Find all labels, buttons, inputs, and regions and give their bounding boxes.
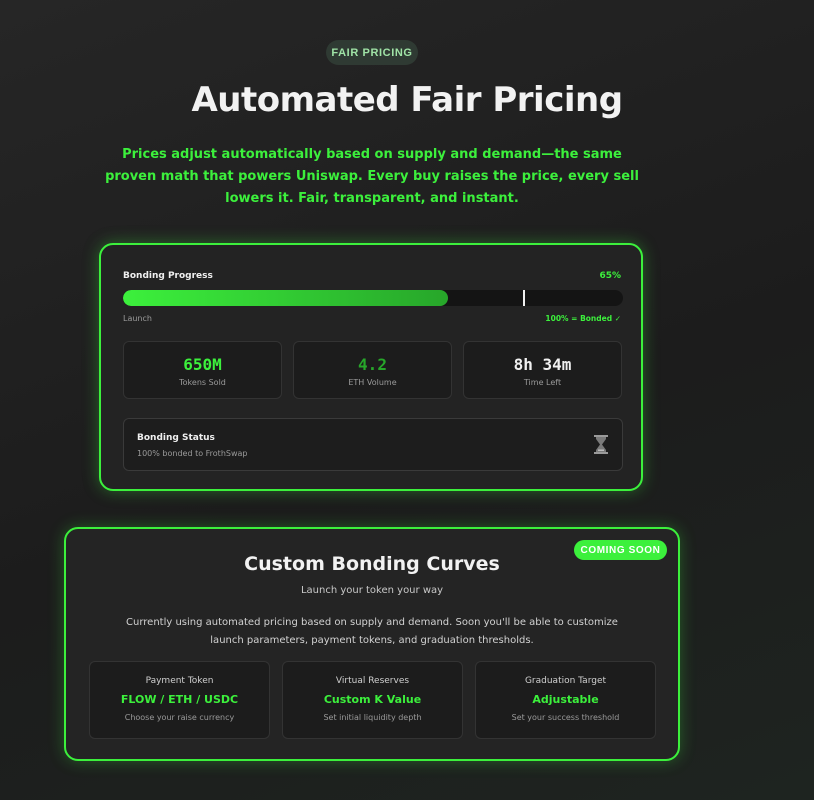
- progress-start-label: Launch: [123, 314, 152, 323]
- option-subtitle: Choose your raise currency: [124, 713, 235, 722]
- bonding-progress-label: Bonding Progress: [123, 271, 213, 281]
- option-value: Custom K Value: [323, 693, 422, 706]
- stat-tokens-sold: 650M Tokens Sold: [123, 341, 282, 399]
- bonding-progress-percent: 65%: [599, 271, 621, 281]
- option-payment-token: Payment Token FLOW / ETH / USDC Choose y…: [89, 661, 270, 739]
- option-value: Adjustable: [532, 693, 599, 706]
- progress-end-label: 100% = Bonded ✓: [545, 314, 621, 323]
- stat-eth-volume: 4.2 ETH Volume: [293, 341, 452, 399]
- page-title: Automated Fair Pricing: [191, 80, 623, 120]
- page-subtitle: Prices adjust automatically based on sup…: [105, 147, 639, 206]
- option-value: FLOW / ETH / USDC: [120, 693, 239, 706]
- bonding-progress-fill: [123, 290, 448, 306]
- hourglass-icon: [594, 435, 608, 454]
- section-badge: FAIR PRICING: [326, 40, 418, 65]
- option-title: Payment Token: [145, 676, 214, 686]
- custom-curves-card: COMING SOON Custom Bonding Curves Launch…: [64, 527, 680, 761]
- bonding-status-subtitle: 100% bonded to FrothSwap: [137, 449, 248, 458]
- custom-curves-description: Currently using automated pricing based …: [126, 617, 618, 646]
- option-title: Virtual Reserves: [335, 676, 410, 686]
- stat-label: ETH Volume: [348, 378, 397, 387]
- option-graduation-target: Graduation Target Adjustable Set your su…: [475, 661, 656, 739]
- custom-curves-tagline: Launch your token your way: [300, 585, 444, 596]
- option-title: Graduation Target: [524, 676, 607, 686]
- stat-value: 4.2: [358, 355, 387, 374]
- option-virtual-reserves: Virtual Reserves Custom K Value Set init…: [282, 661, 463, 739]
- bonding-progress-marker: [523, 290, 525, 306]
- stat-label: Tokens Sold: [179, 378, 226, 387]
- bonding-status-panel: Bonding Status 100% bonded to FrothSwap: [123, 418, 623, 471]
- custom-curves-title: Custom Bonding Curves: [244, 553, 500, 575]
- stat-value: 650M: [183, 355, 222, 374]
- option-subtitle: Set your success threshold: [511, 713, 620, 722]
- stat-time-left: 8h 34m Time Left: [463, 341, 622, 399]
- option-subtitle: Set initial liquidity depth: [323, 713, 422, 722]
- bonding-progress-bar: [123, 290, 623, 306]
- bonding-status-title: Bonding Status: [137, 433, 215, 443]
- stat-label: Time Left: [523, 378, 562, 387]
- bonding-card: Bonding Progress 65% Launch 100% = Bonde…: [99, 243, 643, 491]
- stat-value: 8h 34m: [513, 355, 572, 374]
